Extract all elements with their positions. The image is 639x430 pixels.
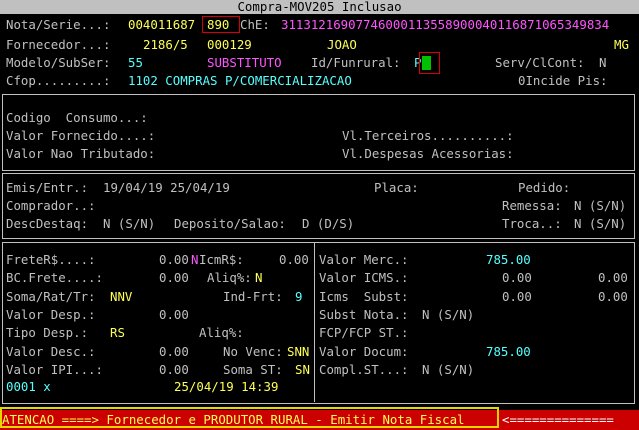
bcfrete-label: BC.Frete....: xyxy=(6,270,103,285)
chave-field[interactable]: 3113121690774600011355890004011687106534… xyxy=(281,17,609,32)
tipo-desp-field[interactable]: RS xyxy=(110,325,125,340)
remessa-label: Remessa: xyxy=(502,198,562,213)
tipo-desp-label: Tipo Desp.: xyxy=(6,325,89,340)
subst-nota-label: Subst Nota.: xyxy=(319,307,409,322)
status-highlight xyxy=(0,407,499,428)
comprador-label: Comprador..: xyxy=(6,198,96,213)
vl-despesas-label: Vl.Despesas Acessorias: xyxy=(342,146,514,161)
desc-label: DescDestaq: xyxy=(6,216,89,231)
record-indicator: 0001 x xyxy=(6,379,51,394)
funrural-highlight xyxy=(419,52,440,74)
aliq-label: Aliq%: xyxy=(207,270,252,285)
record-timestamp: 25/04/19 14:39 xyxy=(174,379,279,394)
fornecedor-code-field[interactable]: 2186/5 xyxy=(143,37,188,52)
nota-field[interactable]: 004011687 xyxy=(128,17,195,32)
icmr-flag: N xyxy=(191,252,199,267)
somast-label: Soma ST: xyxy=(223,362,283,377)
bcfrete-field[interactable]: 0.00 xyxy=(159,270,189,285)
fornecedor-num: 000129 xyxy=(207,37,252,52)
aliq-field[interactable]: N xyxy=(255,270,262,285)
valor-desc-field[interactable]: 0.00 xyxy=(159,344,189,359)
docum-field[interactable]: 785.00 xyxy=(486,344,531,359)
funrural-label: Id/Funrural: xyxy=(311,55,401,70)
icms-field[interactable]: 0.00 xyxy=(502,270,532,285)
vl-terceiros-label: Vl.Terceiros..........: xyxy=(342,128,514,143)
modelo-label: Modelo/SubSer: xyxy=(6,55,111,70)
window-title: Compra-MOV205 Inclusao xyxy=(0,0,639,14)
aliq2-label: Aliq%: xyxy=(199,325,244,340)
nota-label: Nota/Serie...: xyxy=(6,17,111,32)
modelo-field[interactable]: 55 xyxy=(128,55,143,70)
emis-field[interactable]: 19/04/19 25/04/19 xyxy=(103,180,230,195)
valor-desp-field[interactable]: 0.00 xyxy=(159,307,189,322)
deposito-field[interactable]: D (D/S) xyxy=(302,216,354,231)
novenc-label: No Venc: xyxy=(223,344,283,359)
codigo-consumo-label: Codigo Consumo...: xyxy=(6,110,148,125)
indfrt-field[interactable]: 9 xyxy=(295,289,302,304)
valor-desc-label: Valor Desc.: xyxy=(6,344,96,359)
soma-label: Soma/Rat/Tr: xyxy=(6,289,96,304)
emis-label: Emis/Entr.: xyxy=(6,180,89,195)
icmr-label: IcmR$: xyxy=(199,252,244,267)
compl-field[interactable]: N (S/N) xyxy=(422,362,474,377)
serv-field[interactable]: N xyxy=(599,55,606,70)
desc-field[interactable]: N (S/N) xyxy=(103,216,155,231)
icmr-field[interactable]: 0.00 xyxy=(279,252,309,267)
incide-pis-label: 0Incide Pis: xyxy=(518,73,608,88)
fornecedor-label: Fornecedor...: xyxy=(6,37,111,52)
compl-label: Compl.ST...: xyxy=(319,362,409,377)
subser-value: SUBSTITUTO xyxy=(207,55,282,70)
fornecedor-name: JOAO xyxy=(327,37,357,52)
subst-field[interactable]: 0.00 xyxy=(502,289,532,304)
icms-label: Valor ICMS.: xyxy=(319,270,409,285)
serv-label: Serv/ClCont: xyxy=(495,55,585,70)
valor-fornecido-label: Valor Fornecido....: xyxy=(6,128,156,143)
pedido-label: Pedido: xyxy=(518,180,571,195)
cfop-field[interactable]: 1102 COMPRAS P/COMERCIALIZACAO xyxy=(128,73,352,88)
fornecedor-uf: MG xyxy=(614,37,629,52)
frete-label: FreteR$....: xyxy=(6,252,96,267)
cfop-label: Cfop.........: xyxy=(6,73,111,88)
subst-nota-field[interactable]: N (S/N) xyxy=(422,307,474,322)
indfrt-label: Ind-Frt: xyxy=(223,289,283,304)
troca-label: Troca..: xyxy=(502,216,562,231)
subst-field-2[interactable]: 0.00 xyxy=(598,289,628,304)
chave-label: ChE: xyxy=(240,17,270,32)
valor-ipi-field[interactable]: 0.00 xyxy=(159,362,189,377)
remessa-field[interactable]: N (S/N) xyxy=(574,198,626,213)
valor-desp-label: Valor Desp.: xyxy=(6,307,96,322)
troca-field[interactable]: N (S/N) xyxy=(574,216,626,231)
merc-label: Valor Merc.: xyxy=(319,252,409,267)
placa-label: Placa: xyxy=(374,180,419,195)
valor-ipi-label: Valor IPI...: xyxy=(6,362,103,377)
status-arrow: <============== xyxy=(502,412,614,427)
fcp-label: FCP/FCP ST.: xyxy=(319,325,409,340)
novenc-field[interactable]: SNN xyxy=(287,344,309,359)
panel-divider xyxy=(314,243,315,402)
valor-nao-tributado-label: Valor Nao Tributado: xyxy=(6,146,156,161)
somast-field[interactable]: SN xyxy=(295,362,310,377)
merc-field[interactable]: 785.00 xyxy=(486,252,531,267)
serie-highlight xyxy=(202,16,240,33)
docum-label: Valor Docum: xyxy=(319,344,409,359)
deposito-label: Deposito/Salao: xyxy=(174,216,286,231)
frete-field[interactable]: 0.00 xyxy=(159,252,189,267)
subst-label: Icms Subst: xyxy=(319,289,409,304)
icms-field-2[interactable]: 0.00 xyxy=(598,270,628,285)
soma-field[interactable]: NNV xyxy=(110,289,132,304)
